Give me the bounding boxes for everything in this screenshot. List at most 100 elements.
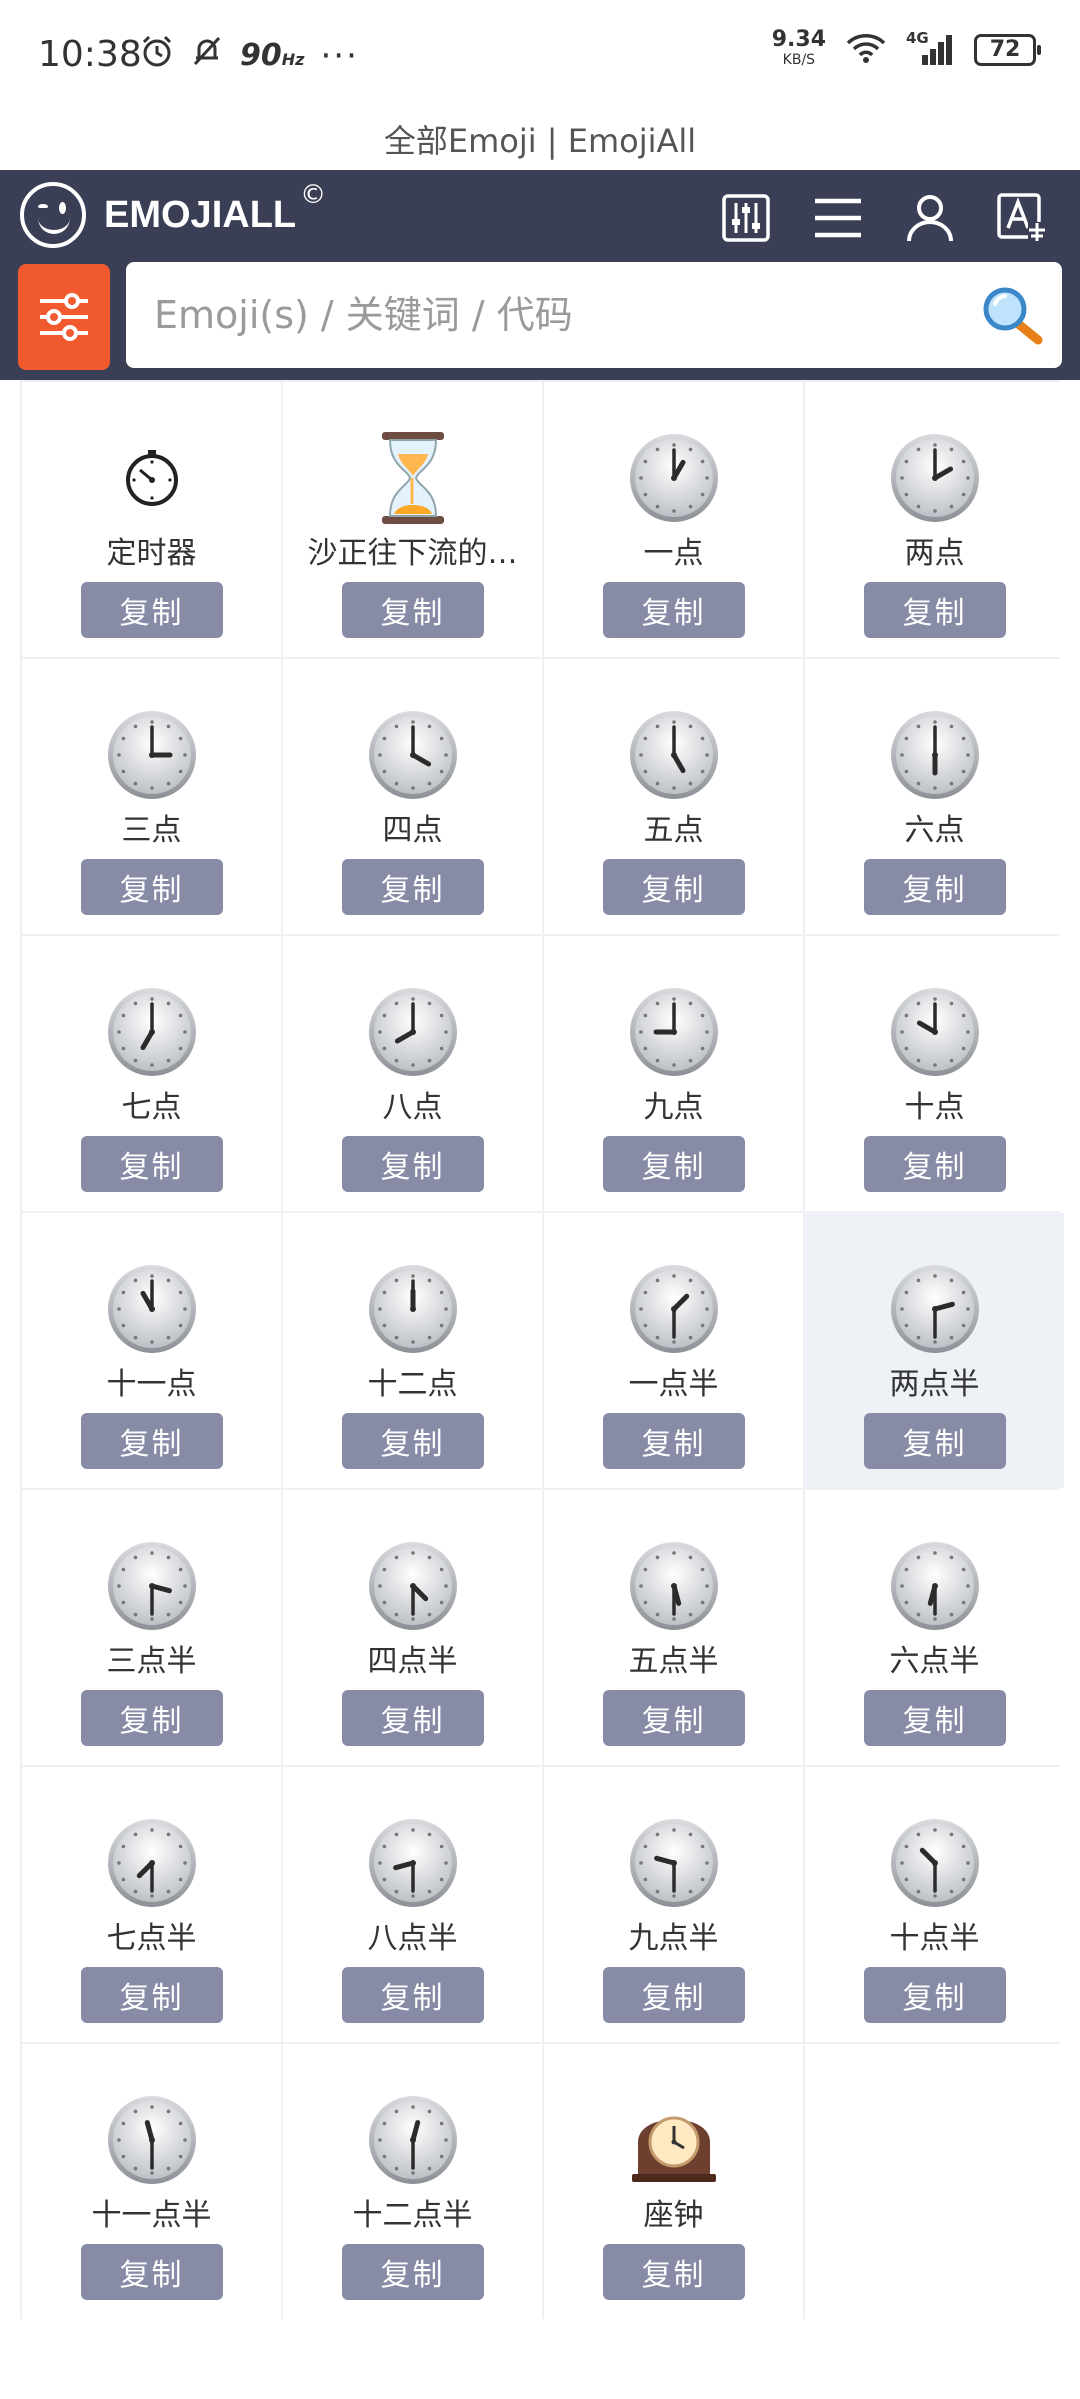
- emoji-name: 十一点: [106, 1367, 197, 1402]
- emoji-card[interactable]: 九点 复制: [544, 936, 803, 1211]
- emoji-grid: 复制 复制 复制 复制 定时器复制沙正往下流的…复制一点复制两点复制三点复制四点…: [20, 380, 1064, 2319]
- network-speed: 9.34 KB/S: [771, 27, 826, 69]
- emoji-card[interactable]: 十一点 复制: [22, 1213, 281, 1488]
- clock-icon: [628, 1536, 720, 1636]
- copy-button[interactable]: 复制: [863, 859, 1006, 915]
- clock-icon: [889, 982, 981, 1082]
- emoji-name: 四点半: [367, 1644, 458, 1679]
- emoji-card[interactable]: 三点半 复制: [22, 1490, 281, 1765]
- clock-icon: [889, 428, 981, 528]
- clock-icon: [889, 705, 981, 805]
- copy-button[interactable]: 复制: [341, 1967, 484, 2023]
- emoji-card[interactable]: 七点半 复制: [22, 1767, 281, 2042]
- copy-button[interactable]: 复制: [341, 1690, 484, 1746]
- battery-indicator: 72: [974, 34, 1041, 66]
- clock-icon: [367, 705, 459, 805]
- logo-text: EMOJIALL: [104, 193, 297, 236]
- emoji-card[interactable]: 一点半 复制: [544, 1213, 803, 1488]
- emoji-card[interactable]: 三点 复制: [22, 659, 281, 934]
- clock-icon: [367, 2090, 459, 2190]
- status-bar: 10:38 90Hz ··· 9.34 KB/S 4G 72: [0, 0, 1080, 112]
- menu-icon[interactable]: [810, 190, 866, 246]
- search-input[interactable]: [154, 262, 954, 368]
- language-icon[interactable]: [994, 190, 1050, 246]
- emoji-card[interactable]: 九点半 复制: [544, 1767, 803, 2042]
- copy-button[interactable]: 复制: [863, 1967, 1006, 2023]
- copy-button[interactable]: 复制: [341, 2244, 484, 2300]
- copy-button[interactable]: 复制: [863, 1413, 1006, 1469]
- site-header: EMOJIALL ©: [0, 170, 1080, 380]
- copy-button[interactable]: 复制: [80, 2244, 223, 2300]
- copy-button[interactable]: 复制: [602, 1690, 745, 1746]
- emoji-card[interactable]: 四点半 复制: [283, 1490, 542, 1765]
- emoji-card[interactable]: 沙正往下流的… 复制: [283, 382, 542, 657]
- copy-button[interactable]: 复制: [80, 1690, 223, 1746]
- emoji-name: 五点: [643, 813, 704, 848]
- status-time: 10:38: [38, 34, 142, 75]
- emoji-card[interactable]: 六点半 复制: [805, 1490, 1064, 1765]
- clock-icon: [889, 1813, 981, 1913]
- copy-button[interactable]: 复制: [341, 582, 484, 638]
- copy-button[interactable]: 复制: [341, 859, 484, 915]
- emoji-name: 十二点半: [352, 2198, 473, 2233]
- emoji-card[interactable]: 一点 复制: [544, 382, 803, 657]
- copy-button[interactable]: 复制: [80, 1413, 223, 1469]
- emoji-card[interactable]: 定时器 复制: [22, 382, 281, 657]
- copy-button[interactable]: 复制: [80, 859, 223, 915]
- copy-button[interactable]: 复制: [602, 1967, 745, 2023]
- emoji-card[interactable]: 八点半 复制: [283, 1767, 542, 2042]
- copy-button[interactable]: 复制: [863, 582, 1006, 638]
- search-icon[interactable]: [980, 284, 1044, 348]
- mantelpiece-clock-icon: [628, 2090, 720, 2190]
- copy-button[interactable]: 复制: [602, 1413, 745, 1469]
- site-logo[interactable]: EMOJIALL ©: [20, 180, 326, 248]
- clock-icon: [628, 428, 720, 528]
- filter-button[interactable]: [18, 264, 110, 370]
- clock-icon: [367, 1259, 459, 1359]
- emoji-name: 一点: [643, 536, 704, 571]
- emoji-name: 九点半: [628, 1921, 719, 1956]
- header-actions: [718, 190, 1050, 246]
- emoji-card[interactable]: 七点 复制: [22, 936, 281, 1211]
- copy-button[interactable]: 复制: [863, 1690, 1006, 1746]
- clock-icon: [367, 1813, 459, 1913]
- copy-button[interactable]: 复制: [80, 1136, 223, 1192]
- clock-icon: [106, 705, 198, 805]
- emoji-card[interactable]: 五点 复制: [544, 659, 803, 934]
- copy-button[interactable]: 复制: [863, 1136, 1006, 1192]
- emoji-card[interactable]: 十二点 复制: [283, 1213, 542, 1488]
- emoji-name: 座钟: [643, 2198, 704, 2233]
- status-icons-right: 9.34 KB/S 4G 72: [771, 27, 1041, 70]
- clock-icon: [106, 982, 198, 1082]
- copy-button[interactable]: 复制: [602, 582, 745, 638]
- clock-icon: [628, 982, 720, 1082]
- emoji-card[interactable]: 十二点半 复制: [283, 2044, 542, 2319]
- clock-icon: [889, 1259, 981, 1359]
- emoji-list: 复制 复制 复制 复制 定时器复制沙正往下流的…复制一点复制两点复制三点复制四点…: [0, 380, 1080, 2399]
- emoji-card[interactable]: 四点 复制: [283, 659, 542, 934]
- refresh-rate: 90Hz: [240, 38, 305, 73]
- clock-icon: [628, 705, 720, 805]
- emoji-card[interactable]: 十点半 复制: [805, 1767, 1064, 2042]
- copy-button[interactable]: 复制: [341, 1136, 484, 1192]
- emoji-card[interactable]: 两点 复制: [805, 382, 1064, 657]
- emoji-name: 八点: [382, 1090, 443, 1125]
- user-icon[interactable]: [902, 190, 958, 246]
- emoji-card[interactable]: 两点半 复制: [805, 1213, 1064, 1488]
- copy-button[interactable]: 复制: [602, 2244, 745, 2300]
- settings-sliders-icon[interactable]: [718, 190, 774, 246]
- emoji-name: 五点半: [628, 1644, 719, 1679]
- clock-icon: [106, 2090, 198, 2190]
- emoji-card[interactable]: 座钟 复制: [544, 2044, 803, 2319]
- copy-button[interactable]: 复制: [80, 582, 223, 638]
- copy-button[interactable]: 复制: [341, 1413, 484, 1469]
- emoji-card[interactable]: 八点 复制: [283, 936, 542, 1211]
- emoji-card[interactable]: 十一点半 复制: [22, 2044, 281, 2319]
- copy-button[interactable]: 复制: [602, 859, 745, 915]
- emoji-name: 三点半: [106, 1644, 197, 1679]
- copy-button[interactable]: 复制: [80, 1967, 223, 2023]
- emoji-card[interactable]: 十点 复制: [805, 936, 1064, 1211]
- emoji-card[interactable]: 六点 复制: [805, 659, 1064, 934]
- copy-button[interactable]: 复制: [602, 1136, 745, 1192]
- emoji-card[interactable]: 五点半 复制: [544, 1490, 803, 1765]
